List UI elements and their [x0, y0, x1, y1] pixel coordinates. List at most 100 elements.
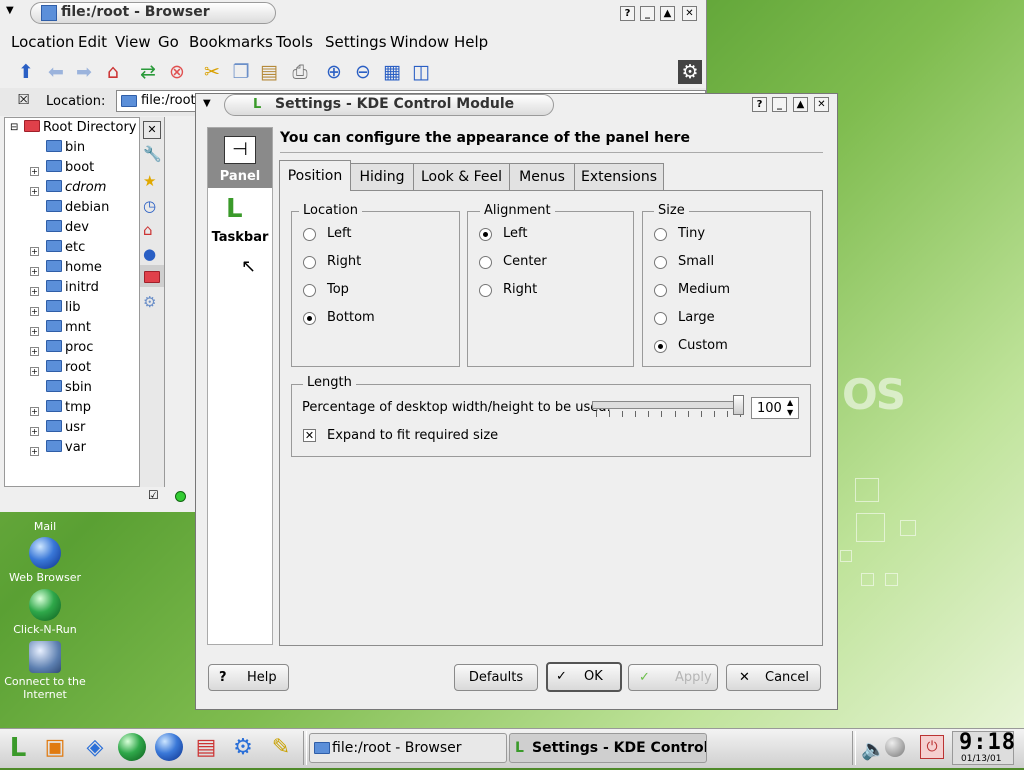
location-radio-bottom[interactable] [303, 312, 316, 325]
close-icon[interactable]: ✕ [814, 97, 829, 112]
ok-button[interactable]: ✓ OK [546, 662, 622, 692]
desktop-icon-click-n-run[interactable]: Click-N-Run [0, 589, 90, 636]
slider-handle[interactable] [733, 395, 744, 415]
zoom-out-icon[interactable]: ⊖ [351, 60, 375, 84]
menu-tools[interactable]: Tools [276, 33, 313, 51]
network-globe-icon[interactable]: ● [143, 245, 156, 263]
menu-edit[interactable]: Edit [78, 33, 107, 51]
tree-item[interactable]: etc [46, 240, 85, 260]
home-icon[interactable]: ⌂ [101, 60, 125, 84]
minimize-icon[interactable]: _ [772, 97, 787, 112]
size-radio-medium[interactable] [654, 284, 667, 297]
help-button[interactable]: ? Help [208, 664, 289, 691]
tab-hiding[interactable]: Hiding [350, 163, 414, 190]
desktop-icon-connect-internet[interactable]: Connect to the Internet [0, 641, 90, 701]
system-icon[interactable]: ⚙ [228, 733, 258, 763]
tree-item[interactable]: var [46, 440, 86, 460]
gear-icon[interactable]: ⚙ [678, 60, 702, 84]
help-icon[interactable]: ? [752, 97, 767, 112]
runner-icon[interactable] [117, 733, 147, 763]
sync-checkbox-icon[interactable]: ☑ [148, 488, 159, 502]
help-icon[interactable]: ? [620, 6, 635, 21]
expand-icon[interactable]: + [30, 427, 39, 436]
globe-icon[interactable] [154, 733, 184, 763]
system-tray-icon[interactable] [885, 737, 905, 757]
expand-icon[interactable]: + [30, 267, 39, 276]
paste-icon[interactable]: ▤ [257, 60, 281, 84]
window-menu-icon[interactable]: ▼ [203, 98, 211, 109]
location-radio-top[interactable] [303, 284, 316, 297]
size-radio-custom[interactable] [654, 340, 667, 353]
defaults-button[interactable]: Defaults [454, 664, 538, 691]
tree-item[interactable]: cdrom [46, 180, 106, 200]
cube-icon[interactable]: ◈ [80, 733, 110, 763]
home-icon[interactable]: ⌂ [143, 221, 153, 239]
tree-root[interactable]: Root Directory [24, 120, 137, 140]
clock[interactable]: 9:18 01/13/01 [952, 730, 1015, 765]
cancel-button[interactable]: ✕ Cancel [726, 664, 821, 691]
expand-icon[interactable]: + [30, 247, 39, 256]
print-icon[interactable]: ⎙ [288, 60, 312, 84]
size-radio-large[interactable] [654, 312, 667, 325]
forward-arrow-icon[interactable]: ➡ [72, 60, 96, 84]
zoom-in-icon[interactable]: ⊕ [322, 60, 346, 84]
lifevest-icon[interactable]: ▣ [40, 733, 70, 763]
volume-icon[interactable]: 🔈 [861, 737, 886, 761]
tree-item[interactable]: mnt [46, 320, 91, 340]
cut-icon[interactable]: ✂ [200, 60, 224, 84]
minimize-icon[interactable]: _ [640, 6, 655, 21]
start-menu-icon[interactable]: L [3, 733, 33, 763]
tree-item[interactable]: usr [46, 420, 85, 440]
reload-icon[interactable]: ⇄ [136, 60, 160, 84]
menu-window[interactable]: Window [390, 33, 449, 51]
spin-down-icon[interactable]: ▼ [787, 408, 793, 417]
maximize-icon[interactable]: ▲ [660, 6, 675, 21]
expand-icon[interactable]: + [30, 307, 39, 316]
alignment-radio-left[interactable] [479, 228, 492, 241]
menu-settings[interactable]: Settings [325, 33, 387, 51]
menu-help[interactable]: Help [454, 33, 488, 51]
menu-bookmarks[interactable]: Bookmarks [189, 33, 273, 51]
size-radio-tiny[interactable] [654, 228, 667, 241]
task-browser[interactable]: file:/root - Browser [309, 733, 507, 763]
expand-icon[interactable]: + [30, 407, 39, 416]
desktop-icon-web-browser[interactable]: Web Browser [0, 537, 90, 584]
expand-icon[interactable]: + [30, 167, 39, 176]
menu-view[interactable]: View [115, 33, 151, 51]
browser-titlebar[interactable]: file:/root - Browser [30, 2, 276, 24]
tree-item[interactable]: boot [46, 160, 94, 180]
split-view-icon[interactable]: ◫ [409, 60, 433, 84]
spin-up-icon[interactable]: ▲ [787, 398, 793, 407]
maximize-icon[interactable]: ▲ [793, 97, 808, 112]
alignment-radio-center[interactable] [479, 256, 492, 269]
menu-go[interactable]: Go [158, 33, 179, 51]
desktop-icon-mail[interactable]: Mail [0, 520, 90, 533]
tab-extensions[interactable]: Extensions [574, 163, 664, 190]
expand-icon[interactable]: + [30, 327, 39, 336]
collapse-icon[interactable]: ⊟ [10, 122, 18, 133]
tree-item[interactable]: initrd [46, 280, 99, 300]
tree-item[interactable]: root [46, 360, 91, 380]
notepad-icon[interactable]: ✎ [266, 733, 296, 763]
power-icon[interactable]: ⏻ [920, 735, 944, 759]
expand-checkbox[interactable]: ✕ [303, 429, 316, 442]
expand-icon[interactable]: + [30, 347, 39, 356]
clear-location-icon[interactable]: ⮽ [18, 92, 29, 108]
tab-position[interactable]: Position [279, 160, 351, 191]
alignment-radio-right[interactable] [479, 284, 492, 297]
tree-item[interactable]: debian [46, 200, 109, 220]
wrench-icon[interactable]: 🔧 [143, 145, 162, 163]
location-radio-left[interactable] [303, 228, 316, 241]
tree-item[interactable]: dev [46, 220, 89, 240]
expand-icon[interactable]: + [30, 447, 39, 456]
close-icon[interactable]: ✕ [682, 6, 697, 21]
bookmark-star-icon[interactable]: ★ [143, 172, 156, 190]
tree-item[interactable]: tmp [46, 400, 91, 420]
module-item-taskbar[interactable]: L Taskbar [208, 192, 272, 248]
expand-icon[interactable]: + [30, 187, 39, 196]
dialog-titlebar[interactable]: L Settings - KDE Control Module [224, 94, 554, 116]
apply-button[interactable]: ✓ Apply [628, 664, 718, 691]
length-spinbox[interactable]: 100 ▲ ▼ [751, 397, 799, 419]
history-clock-icon[interactable]: ◷ [143, 197, 156, 215]
module-item-panel[interactable]: ⊣ Panel [208, 128, 272, 188]
